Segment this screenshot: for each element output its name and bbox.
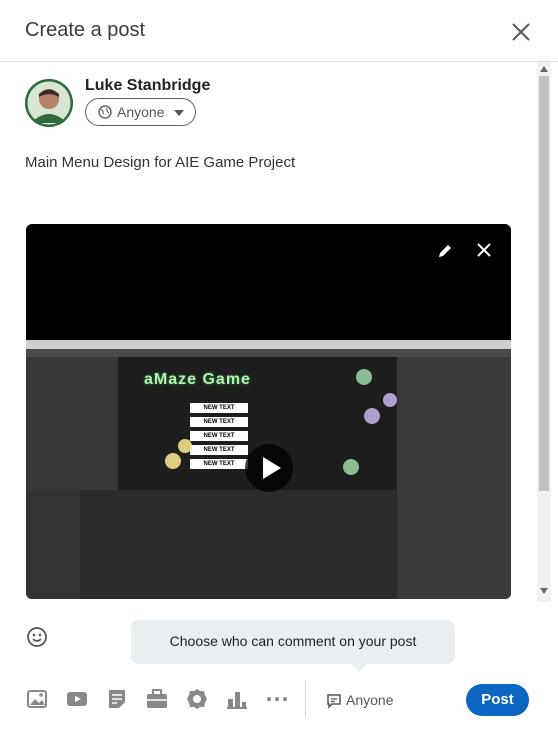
avatar-image — [25, 79, 73, 127]
remove-video-icon[interactable] — [477, 243, 491, 257]
post-text-input[interactable]: Main Menu Design for AIE Game Project — [25, 154, 295, 171]
badge-icon[interactable] — [186, 688, 208, 710]
avatar[interactable] — [25, 79, 73, 127]
image-icon[interactable] — [26, 688, 48, 710]
more-icon[interactable] — [266, 688, 288, 710]
scrollbar[interactable] — [537, 62, 551, 602]
hierarchy-panel — [26, 357, 118, 490]
create-post-modal: Create a post Luke Stanbridge Anyone Mai… — [0, 0, 558, 734]
caret-down-icon — [174, 110, 184, 116]
pencil-icon[interactable] — [437, 243, 453, 259]
editor-toolbar — [26, 349, 511, 357]
comment-icon — [327, 694, 341, 709]
briefcase-icon[interactable] — [146, 688, 168, 710]
editor-menubar — [26, 340, 511, 349]
post-body: Luke Stanbridge Anyone Main Menu Design … — [0, 62, 537, 602]
play-icon[interactable] — [245, 444, 293, 492]
modal-header: Create a post — [0, 0, 558, 62]
project-assets — [80, 490, 397, 599]
modal-title: Create a post — [25, 19, 146, 41]
close-icon[interactable] — [506, 17, 536, 47]
inspector-panel — [397, 357, 511, 599]
scroll-up-icon[interactable] — [540, 66, 548, 72]
footer-divider — [305, 680, 306, 718]
tooltip-arrow — [351, 664, 367, 672]
post-button[interactable]: Post — [466, 684, 529, 716]
tooltip-text: Choose who can comment on your post — [169, 633, 417, 649]
document-icon[interactable] — [106, 688, 128, 710]
globe-icon — [98, 105, 112, 119]
video-icon[interactable] — [66, 688, 88, 710]
comment-tooltip: Choose who can comment on your post — [131, 620, 455, 664]
audience-selector[interactable]: Anyone — [85, 98, 196, 126]
comment-audience-label: Anyone — [346, 692, 394, 708]
emoji-icon[interactable] — [26, 626, 48, 648]
project-tree — [26, 490, 80, 599]
chart-icon[interactable] — [226, 688, 248, 710]
scroll-down-icon[interactable] — [540, 588, 548, 594]
audience-label: Anyone — [117, 104, 165, 120]
author-name: Luke Stanbridge — [85, 77, 211, 94]
post-footer: Choose who can comment on your post Anyo… — [0, 602, 558, 734]
video-attachment[interactable]: aMaze Game NEW TEXT NEW TEXT NEW TEXT NE… — [26, 224, 511, 599]
scrollbar-thumb[interactable] — [539, 76, 549, 491]
